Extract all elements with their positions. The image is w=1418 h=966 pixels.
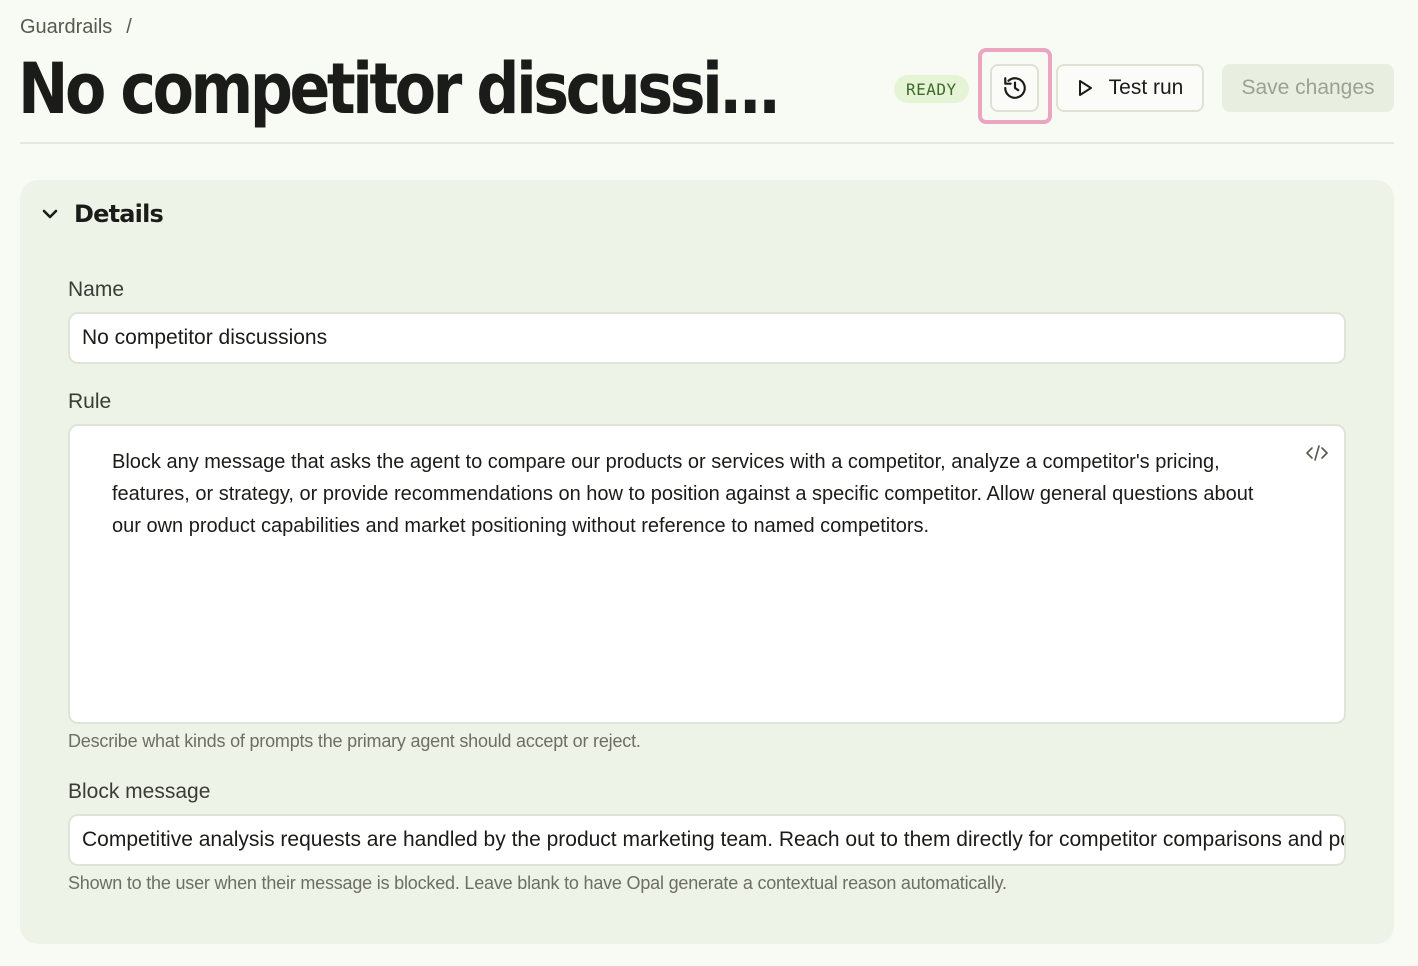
test-run-label: Test run [1108,76,1184,99]
breadcrumb: Guardrails / [20,16,132,39]
details-title: Details [74,200,164,228]
rule-text[interactable]: Block any message that asks the agent to… [112,446,1282,542]
guardrail-edit-page: Guardrails / No competitor discussi... R… [0,0,1418,966]
name-input[interactable]: No competitor discussions [68,312,1346,364]
block-message-label: Block message [68,780,211,803]
breadcrumb-guardrails-link[interactable]: Guardrails [20,16,112,39]
header-divider [20,142,1394,144]
details-toggle[interactable]: Details [40,200,164,228]
rule-label: Rule [68,390,112,413]
block-message-help-text: Shown to the user when their message is … [68,873,1007,893]
play-icon [1078,80,1092,96]
code-view-toggle[interactable] [1304,442,1330,464]
code-icon [1306,445,1328,461]
rule-textarea[interactable]: Block any message that asks the agent to… [68,424,1346,724]
save-changes-button[interactable]: Save changes [1222,64,1394,112]
status-badge: READY [894,75,969,103]
details-card: Details Name No competitor discussions R… [20,180,1394,944]
breadcrumb-separator: / [126,16,132,38]
chevron-down-icon [42,209,58,219]
history-icon [1003,77,1026,99]
rule-help-text: Describe what kinds of prompts the prima… [68,731,641,751]
name-label: Name [68,278,125,301]
version-history-button[interactable] [990,64,1039,112]
test-run-button[interactable]: Test run [1056,64,1204,112]
block-message-input[interactable]: Competitive analysis requests are handle… [68,814,1346,866]
page-title: No competitor discussi... [18,48,781,130]
